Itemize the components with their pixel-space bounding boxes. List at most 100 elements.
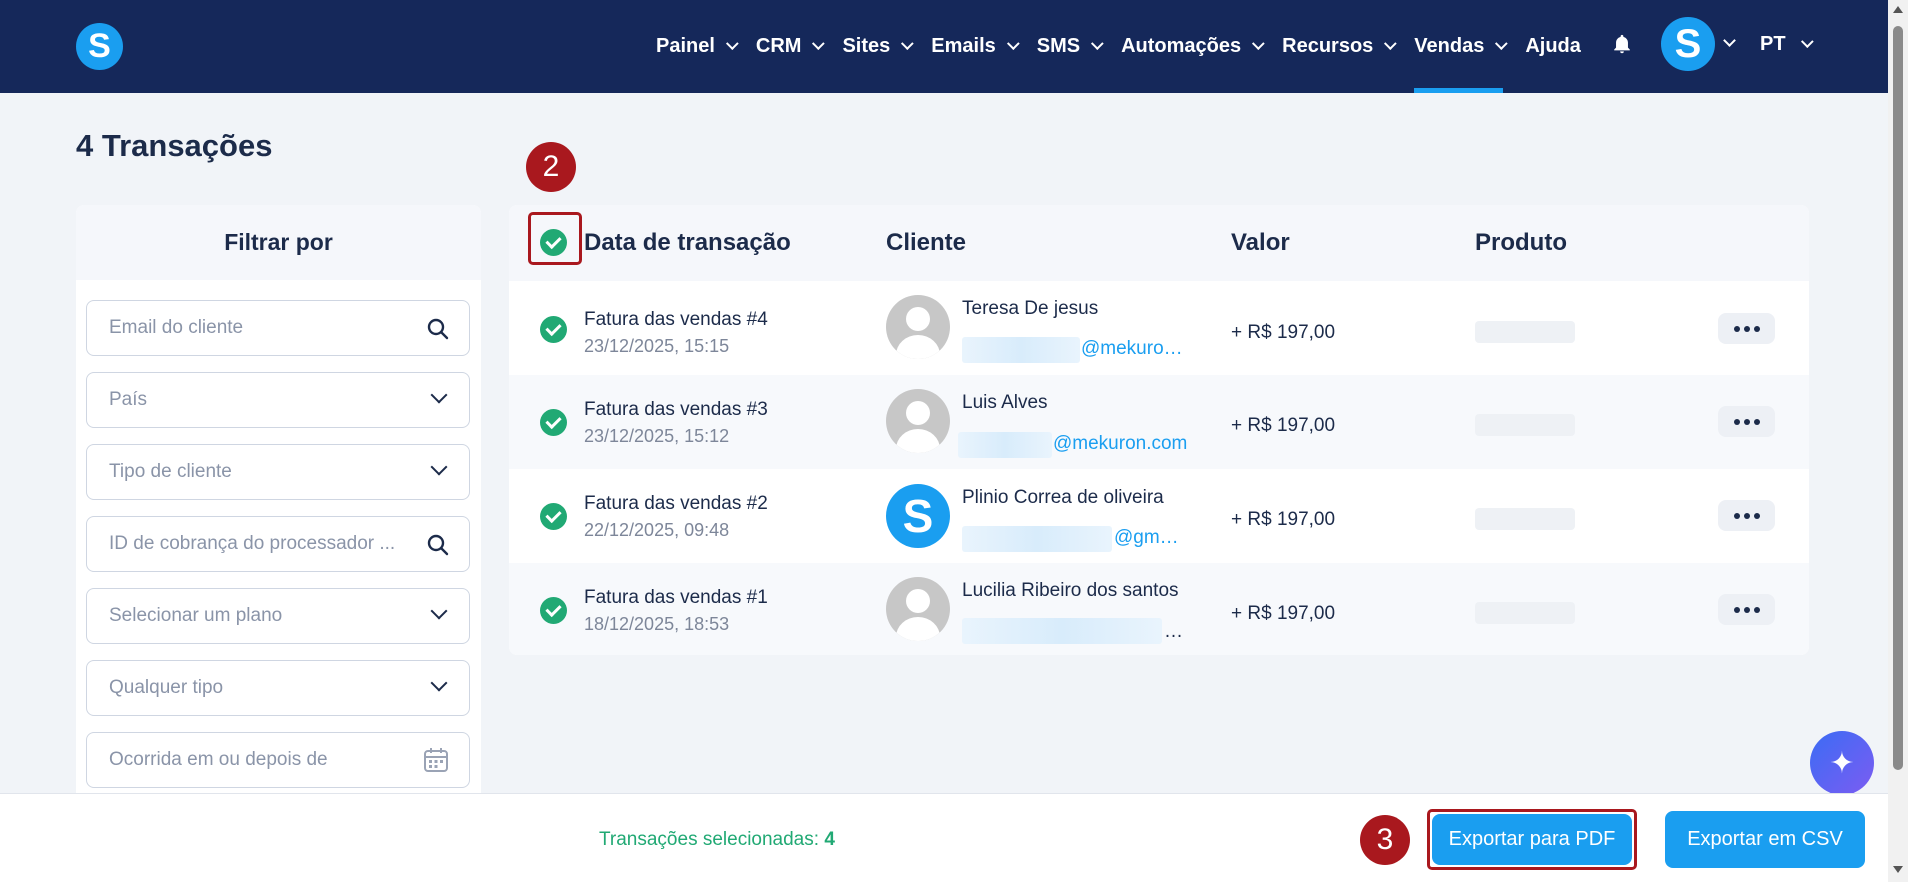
selected-count: 4 xyxy=(824,829,835,850)
nav-label: Vendas xyxy=(1414,35,1485,57)
search-icon[interactable] xyxy=(427,318,449,340)
step-marker-2: 2 xyxy=(526,142,576,192)
redacted-product xyxy=(1475,602,1575,624)
chevron-down-icon xyxy=(1495,37,1509,51)
column-header-product[interactable]: Produto xyxy=(1475,229,1567,257)
nav-item-emails[interactable]: Emails xyxy=(931,0,1020,93)
nav-item-sites[interactable]: Sites xyxy=(842,0,914,93)
transaction-value: + R$ 197,00 xyxy=(1231,322,1336,343)
chevron-down-icon xyxy=(812,37,826,51)
scroll-up-arrow-icon[interactable] xyxy=(1893,6,1903,13)
processor-charge-id-input[interactable]: ID de cobrança do processador ... xyxy=(86,516,470,572)
scroll-down-arrow-icon[interactable] xyxy=(1893,866,1903,873)
scrollbar-thumb[interactable] xyxy=(1893,26,1903,770)
chevron-down-icon xyxy=(725,37,739,51)
nav-item-painel[interactable]: Painel xyxy=(656,0,739,93)
avatar xyxy=(886,577,950,641)
nav-item-crm[interactable]: CRM xyxy=(756,0,826,93)
invoice-date: 22/12/2025, 09:48 xyxy=(584,520,730,540)
transaction-value: + R$ 197,00 xyxy=(1231,603,1336,624)
field-placeholder: País xyxy=(109,389,148,410)
calendar-icon[interactable] xyxy=(423,747,449,773)
invoice-title[interactable]: Fatura das vendas #1 xyxy=(584,587,768,609)
client-name[interactable]: Lucilia Ribeiro dos santos xyxy=(962,580,1179,602)
chevron-down-icon[interactable] xyxy=(1723,34,1736,47)
top-navbar: S Painel CRM Sites Emails SMS Automações… xyxy=(0,0,1888,93)
row-checkbox[interactable] xyxy=(540,597,567,624)
table-row[interactable]: Fatura das vendas #2 22/12/2025, 09:48 S… xyxy=(509,469,1809,563)
field-placeholder: Qualquer tipo xyxy=(109,677,224,698)
client-email[interactable]: @gm… xyxy=(1114,527,1179,549)
table-row[interactable]: Fatura das vendas #4 23/12/2025, 15:15 T… xyxy=(509,281,1809,375)
field-placeholder: Ocorrida em ou depois de xyxy=(109,749,328,770)
column-header-client[interactable]: Cliente xyxy=(886,229,966,257)
client-name[interactable]: Teresa De jesus xyxy=(962,298,1098,320)
chevron-down-icon xyxy=(430,674,448,692)
sparkle-icon[interactable]: ✦ xyxy=(1810,731,1874,795)
email-filter-input[interactable]: Email do cliente xyxy=(86,300,470,356)
bell-icon[interactable] xyxy=(1611,33,1633,55)
client-type-select[interactable]: Tipo de cliente xyxy=(86,444,470,500)
transaction-value: + R$ 197,00 xyxy=(1231,509,1336,530)
client-email[interactable]: … xyxy=(1164,621,1183,643)
nav-item-sms[interactable]: SMS xyxy=(1036,0,1104,93)
column-header-value[interactable]: Valor xyxy=(1231,229,1290,257)
invoice-title[interactable]: Fatura das vendas #2 xyxy=(584,493,768,515)
row-more-button[interactable] xyxy=(1718,313,1775,344)
table-row[interactable]: Fatura das vendas #1 18/12/2025, 18:53 L… xyxy=(509,563,1809,655)
date-from-input[interactable]: Ocorrida em ou depois de xyxy=(86,732,470,788)
avatar xyxy=(886,295,950,359)
client-name[interactable]: Plinio Correa de oliveira xyxy=(962,487,1164,509)
row-more-button[interactable] xyxy=(1718,500,1775,531)
row-checkbox[interactable] xyxy=(540,503,567,530)
table-row[interactable]: Fatura das vendas #3 23/12/2025, 15:12 L… xyxy=(509,375,1809,469)
client-name[interactable]: Luis Alves xyxy=(962,392,1048,414)
invoice-title[interactable]: Fatura das vendas #4 xyxy=(584,309,768,331)
nav-label: Painel xyxy=(656,35,715,57)
plan-select[interactable]: Selecionar um plano xyxy=(86,588,470,644)
nav-item-recursos[interactable]: Recursos xyxy=(1282,0,1397,93)
main-menu: Painel CRM Sites Emails SMS Automações R… xyxy=(656,0,1603,93)
row-more-button[interactable] xyxy=(1718,594,1775,625)
chevron-down-icon xyxy=(901,37,914,51)
nav-label: Recursos xyxy=(1282,35,1374,57)
invoice-title[interactable]: Fatura das vendas #3 xyxy=(584,399,768,421)
user-avatar[interactable]: S xyxy=(1661,17,1715,71)
redacted-product xyxy=(1475,508,1575,530)
row-more-button[interactable] xyxy=(1718,406,1775,437)
nav-item-vendas[interactable]: Vendas xyxy=(1414,0,1509,93)
client-email[interactable]: @mekuro… xyxy=(1081,338,1183,360)
page-title: 4 Transações xyxy=(76,128,273,163)
app-logo[interactable]: S xyxy=(76,23,123,70)
step-marker-3: 3 xyxy=(1360,815,1410,865)
redacted-email xyxy=(962,526,1112,552)
nav-label: SMS xyxy=(1036,35,1081,57)
page-scrollbar[interactable] xyxy=(1888,0,1908,882)
export-pdf-button[interactable]: Exportar para PDF xyxy=(1432,814,1632,865)
redacted-email xyxy=(958,432,1052,458)
field-placeholder: Tipo de cliente xyxy=(109,461,232,482)
type-select[interactable]: Qualquer tipo xyxy=(86,660,470,716)
language-selector[interactable]: PT xyxy=(1760,33,1814,56)
country-select[interactable]: País xyxy=(86,372,470,428)
column-header-date[interactable]: Data de transação xyxy=(584,229,791,257)
redacted-email xyxy=(962,618,1162,644)
field-placeholder: Email do cliente xyxy=(109,317,244,338)
field-placeholder: ID de cobrança do processador ... xyxy=(109,533,396,554)
chevron-down-icon xyxy=(1006,37,1020,51)
nav-item-automacoes[interactable]: Automações xyxy=(1121,0,1265,93)
client-email[interactable]: @mekuron.com xyxy=(1053,433,1187,455)
chevron-down-icon xyxy=(430,386,448,404)
invoice-date: 23/12/2025, 15:15 xyxy=(584,336,730,356)
chevron-down-icon xyxy=(430,458,448,476)
nav-item-ajuda[interactable]: Ajuda xyxy=(1525,0,1581,93)
nav-label: Emails xyxy=(931,35,996,57)
bottom-action-bar: Transações selecionadas: 4 3 Exportar pa… xyxy=(0,793,1888,882)
row-checkbox[interactable] xyxy=(540,316,567,343)
chevron-down-icon xyxy=(1800,35,1814,49)
export-csv-button[interactable]: Exportar em CSV xyxy=(1665,811,1865,868)
invoice-date: 18/12/2025, 18:53 xyxy=(584,614,730,634)
row-checkbox[interactable] xyxy=(540,409,567,436)
selected-count-text: Transações selecionadas: 4 xyxy=(599,829,835,851)
search-icon[interactable] xyxy=(427,534,449,556)
